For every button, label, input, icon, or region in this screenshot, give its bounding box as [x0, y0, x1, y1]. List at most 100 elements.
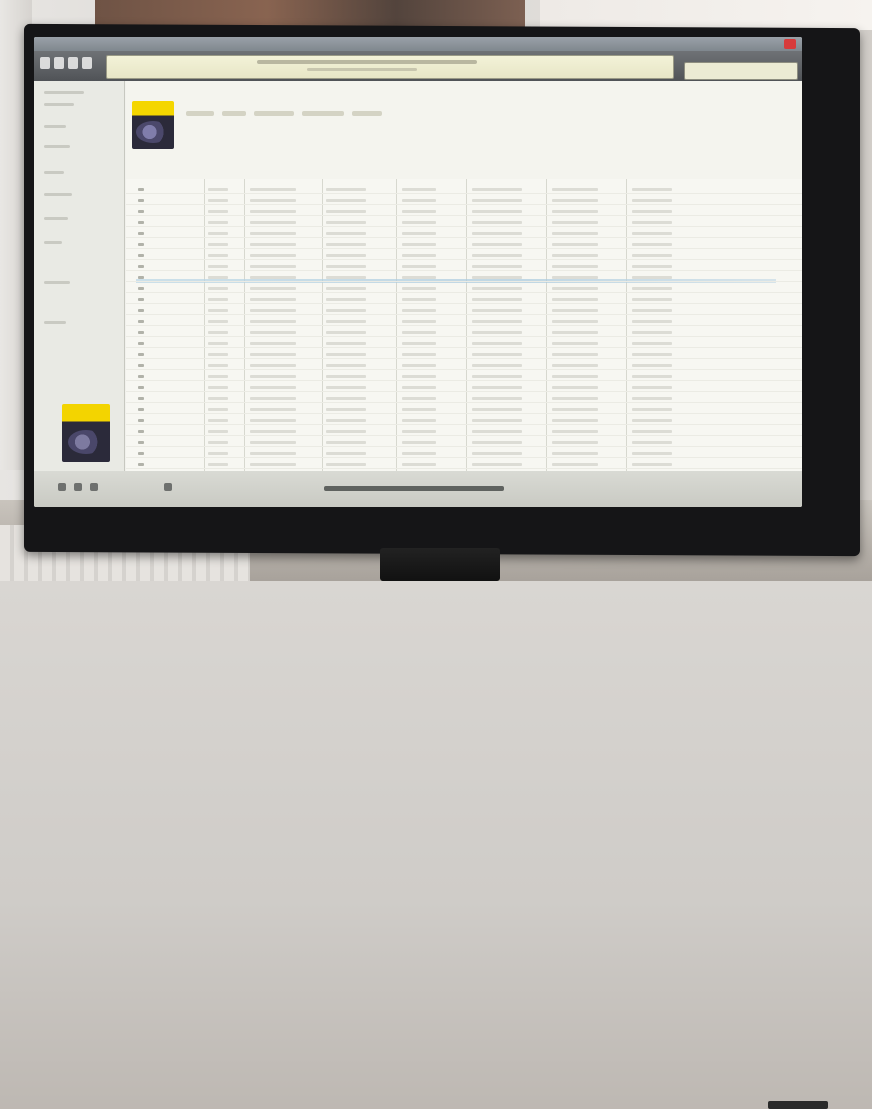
- table-row[interactable]: [126, 204, 802, 205]
- table-cell: [402, 441, 436, 444]
- table-cell: [138, 331, 144, 334]
- table-row[interactable]: [126, 237, 802, 238]
- table-row[interactable]: [126, 358, 802, 359]
- table-cell: [632, 430, 672, 433]
- table-cell: [138, 276, 144, 279]
- table-cell: [472, 452, 522, 455]
- table-cell: [472, 342, 522, 345]
- table-cell: [250, 254, 296, 257]
- table-cell: [632, 276, 672, 279]
- table-cell: [138, 386, 144, 389]
- table-row[interactable]: [126, 424, 802, 425]
- table-cell: [472, 375, 522, 378]
- search-input[interactable]: [684, 62, 798, 80]
- table-cell: [208, 232, 228, 235]
- table-row[interactable]: [126, 270, 802, 271]
- table-cell: [402, 298, 436, 301]
- sidebar-item[interactable]: [44, 103, 74, 106]
- sidebar-item[interactable]: [44, 145, 70, 148]
- table-row[interactable]: [126, 435, 802, 436]
- table-cell: [402, 430, 436, 433]
- table-row[interactable]: [126, 391, 802, 392]
- tab-item[interactable]: [302, 111, 344, 116]
- sidebar-item[interactable]: [44, 321, 66, 324]
- table-cell: [208, 298, 228, 301]
- table-cell: [208, 364, 228, 367]
- table-row[interactable]: [126, 380, 802, 381]
- close-icon[interactable]: [784, 39, 796, 49]
- table-cell: [632, 320, 672, 323]
- table-row[interactable]: [126, 446, 802, 447]
- table-cell: [632, 298, 672, 301]
- table-cell: [326, 430, 366, 433]
- table-row[interactable]: [126, 215, 802, 216]
- table-cell: [138, 232, 144, 235]
- sidebar-item[interactable]: [44, 125, 66, 128]
- table-cell: [138, 199, 144, 202]
- table-cell: [208, 254, 228, 257]
- table-row[interactable]: [126, 281, 802, 282]
- add-icon[interactable]: [58, 483, 66, 491]
- table-row[interactable]: [126, 259, 802, 260]
- table-cell: [208, 276, 228, 279]
- table-row[interactable]: [126, 325, 802, 326]
- table-row[interactable]: [126, 303, 802, 304]
- table-cell: [632, 254, 672, 257]
- table-row[interactable]: [126, 314, 802, 315]
- table-row[interactable]: [126, 248, 802, 249]
- table-row[interactable]: [126, 292, 802, 293]
- now-playing-progress[interactable]: [307, 68, 417, 71]
- sidebar-item[interactable]: [44, 281, 70, 284]
- tab-item[interactable]: [352, 111, 382, 116]
- table-cell: [250, 287, 296, 290]
- table-cell: [402, 309, 436, 312]
- table-cell: [138, 397, 144, 400]
- table-cell: [402, 463, 436, 466]
- table-cell: [208, 331, 228, 334]
- table-row[interactable]: [126, 457, 802, 458]
- sidebar-item[interactable]: [44, 91, 84, 94]
- table-cell: [138, 452, 144, 455]
- table-cell: [326, 397, 366, 400]
- table-cell: [632, 309, 672, 312]
- album-artwork-thumbnail[interactable]: [62, 404, 110, 462]
- volume-icon[interactable]: [82, 57, 92, 69]
- next-icon[interactable]: [68, 57, 78, 69]
- shuffle-icon[interactable]: [74, 483, 82, 491]
- table-row[interactable]: [126, 413, 802, 414]
- table-cell: [552, 364, 598, 367]
- table-cell: [632, 419, 672, 422]
- table-row[interactable]: [126, 336, 802, 337]
- table-cell: [326, 364, 366, 367]
- table-row[interactable]: [126, 402, 802, 403]
- table-cell: [208, 441, 228, 444]
- table-row[interactable]: [126, 468, 802, 469]
- tab-item[interactable]: [254, 111, 294, 116]
- tab-item[interactable]: [222, 111, 246, 116]
- sidebar-item[interactable]: [44, 217, 68, 220]
- repeat-icon[interactable]: [90, 483, 98, 491]
- player-toolbar: [34, 51, 802, 81]
- table-cell: [402, 375, 436, 378]
- tab-item[interactable]: [186, 111, 214, 116]
- table-cell: [632, 463, 672, 466]
- table-row[interactable]: [126, 369, 802, 370]
- sidebar-item[interactable]: [44, 241, 62, 244]
- artwork-toggle-icon[interactable]: [164, 483, 172, 491]
- table-row[interactable]: [126, 226, 802, 227]
- table-cell: [402, 188, 436, 191]
- sidebar-item[interactable]: [44, 171, 64, 174]
- table-cell: [552, 199, 598, 202]
- table-row[interactable]: [126, 193, 802, 194]
- table-cell: [250, 210, 296, 213]
- table-cell: [472, 298, 522, 301]
- play-icon[interactable]: [54, 57, 64, 69]
- album-artwork[interactable]: [132, 101, 174, 149]
- table-cell: [472, 463, 522, 466]
- sidebar-item[interactable]: [44, 193, 72, 196]
- table-cell: [250, 353, 296, 356]
- table-cell: [472, 199, 522, 202]
- table-cell: [632, 265, 672, 268]
- previous-icon[interactable]: [40, 57, 50, 69]
- table-row[interactable]: [126, 347, 802, 348]
